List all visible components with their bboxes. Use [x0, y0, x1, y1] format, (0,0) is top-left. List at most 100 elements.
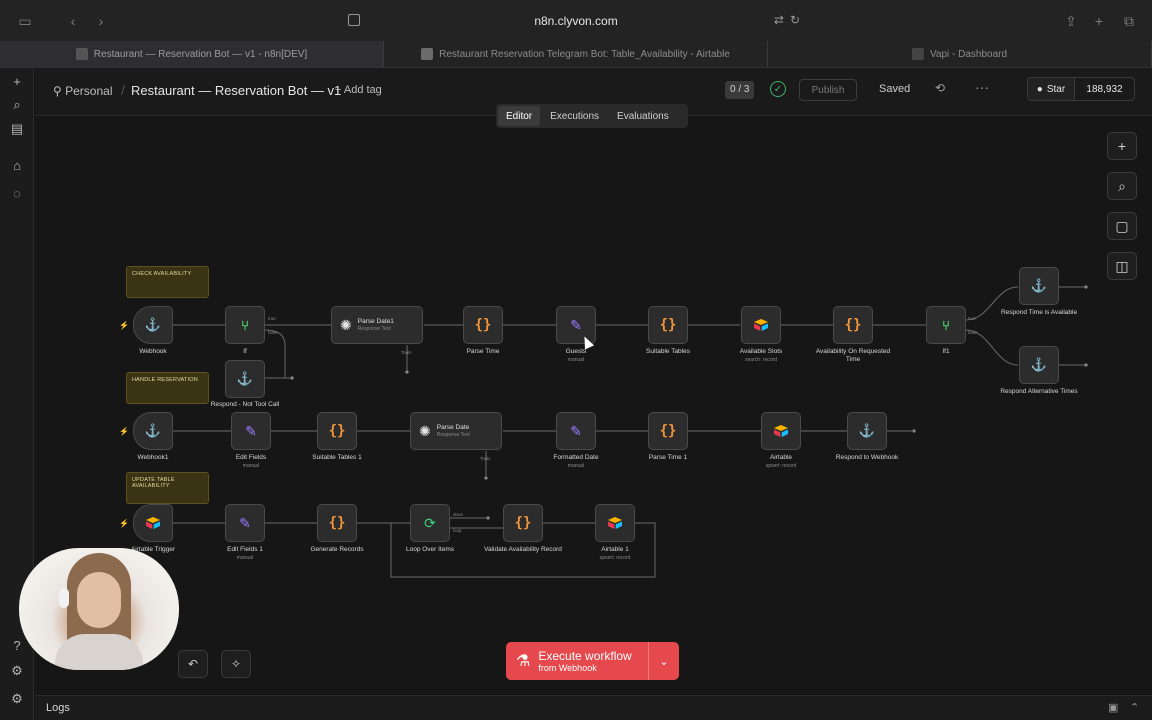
- execute-dropdown-button[interactable]: ⌄: [648, 642, 679, 680]
- node-label: Loop Over Items: [405, 546, 455, 553]
- node-availability-on-requested-time[interactable]: {}: [833, 306, 873, 344]
- sticky-check-availability[interactable]: CHECK AVAILABILITY: [126, 266, 209, 298]
- address-bar[interactable]: n8n.clyvon.com ⇄↻: [340, 9, 812, 33]
- panel-icon[interactable]: ▤: [8, 120, 26, 138]
- node-respond-not-tool-call[interactable]: ⚓: [225, 360, 265, 398]
- tab-executions[interactable]: Executions: [542, 106, 607, 126]
- node-label: Respond Time is Available: [1000, 309, 1078, 316]
- logs-panel-bar[interactable]: Logs ▣ ⌃: [35, 695, 1152, 720]
- code-braces-icon: {}: [514, 515, 532, 531]
- node-airtable1[interactable]: [595, 504, 635, 542]
- logs-label: Logs: [46, 702, 70, 714]
- pencil-icon: ✎: [245, 422, 257, 439]
- node-label: Availability On Requested Time: [815, 348, 891, 363]
- more-options-icon[interactable]: ···: [975, 79, 989, 95]
- home-icon[interactable]: ⌂: [8, 156, 26, 174]
- back-icon[interactable]: ‹: [62, 10, 84, 32]
- openai-icon: ✺: [419, 422, 431, 439]
- help-icon[interactable]: ?: [8, 636, 26, 654]
- logs-expand-icon[interactable]: ⌃: [1130, 701, 1139, 714]
- node-respond-to-webhook[interactable]: ⚓: [847, 412, 887, 450]
- code-braces-icon: {}: [328, 423, 346, 439]
- node-validate-availability-record[interactable]: {}: [503, 504, 543, 542]
- sticky-handle-reservation[interactable]: HANDLE RESERVATION: [126, 372, 209, 404]
- translate-reload-icons[interactable]: ⇄↻: [774, 13, 806, 27]
- forward-icon[interactable]: ›: [90, 10, 112, 32]
- tab-editor[interactable]: Editor: [498, 106, 541, 126]
- new-tab-icon[interactable]: +: [1088, 10, 1110, 32]
- saved-status: Saved: [879, 83, 911, 95]
- node-if[interactable]: ⑂: [225, 306, 265, 344]
- settings-icon[interactable]: ⚙: [8, 662, 26, 680]
- node-loop-over-items[interactable]: ⟳: [410, 504, 450, 542]
- node-webhook[interactable]: ⚓: [133, 306, 173, 344]
- chevron-down-icon: ⌄: [659, 655, 669, 668]
- vapi-favicon-icon: [911, 48, 924, 60]
- node-edit-fields1[interactable]: ✎: [225, 504, 265, 542]
- canvas-search-button[interactable]: ⌕: [1107, 172, 1137, 200]
- node-label: Webhook1: [137, 454, 169, 461]
- node-respond-alternative-times[interactable]: ⚓: [1019, 346, 1059, 384]
- workflow-canvas[interactable]: [35, 117, 1152, 695]
- chat-icon[interactable]: ◌: [8, 184, 26, 202]
- execute-subtitle: from Webhook: [538, 663, 597, 673]
- sidebar-toggle-icon[interactable]: ▭: [14, 10, 36, 32]
- node-parse-date[interactable]: ✺ Parse Date Response Text: [410, 412, 502, 450]
- node-airtable-trigger[interactable]: [133, 504, 173, 542]
- github-icon: ●: [1036, 83, 1043, 95]
- node-title: Parse Date1: [357, 318, 394, 325]
- tab-n8n[interactable]: Restaurant — Reservation Bot — v1 - n8n[…: [0, 41, 384, 67]
- search-icon[interactable]: ⌕: [8, 96, 26, 114]
- tab-vapi[interactable]: Vapi - Dashboard: [768, 41, 1152, 67]
- node-suitable-tables1[interactable]: {}: [317, 412, 357, 450]
- share-icon[interactable]: ⇪: [1060, 10, 1082, 32]
- execute-workflow-button[interactable]: ⚗ Execute workflow from Webhook ⌄: [506, 642, 679, 680]
- publish-button[interactable]: Publish: [799, 79, 857, 101]
- node-subtitle: Response Text: [357, 326, 391, 332]
- node-label: Suitable Tables 1: [312, 454, 362, 461]
- node-label: Parse Time: [466, 348, 500, 355]
- tab-evaluations[interactable]: Evaluations: [609, 106, 677, 126]
- github-star-button[interactable]: ● Star 188,932: [1027, 77, 1135, 101]
- node-parse-time1[interactable]: {}: [648, 412, 688, 450]
- node-generate-records[interactable]: {}: [317, 504, 357, 542]
- panel-toggle-button[interactable]: ◫: [1107, 252, 1137, 280]
- undo-button[interactable]: ↶: [178, 650, 208, 678]
- logs-layout-icon[interactable]: ▣: [1108, 701, 1118, 714]
- node-if1[interactable]: ⑂: [926, 306, 966, 344]
- node-edit-fields[interactable]: ✎: [231, 412, 271, 450]
- node-parse-date1[interactable]: ✺ Parse Date1 Response Text: [331, 306, 423, 344]
- add-node-button[interactable]: +: [1107, 132, 1137, 160]
- node-airtable[interactable]: [761, 412, 801, 450]
- tab-label: Restaurant Reservation Telegram Bot: Tab…: [439, 48, 730, 60]
- tab-airtable[interactable]: Restaurant Reservation Telegram Bot: Tab…: [384, 41, 768, 67]
- node-respond-time-available[interactable]: ⚓: [1019, 267, 1059, 305]
- sticky-note-button[interactable]: ▢: [1107, 212, 1137, 240]
- node-suitable-tables[interactable]: {}: [648, 306, 688, 344]
- sticky-update-availability[interactable]: UPDATE TABLE AVAILABILITY: [126, 472, 209, 504]
- node-subtitle: manual: [236, 555, 254, 561]
- gear-icon[interactable]: ⚙: [8, 690, 26, 708]
- tidy-up-button[interactable]: ✧: [221, 650, 251, 678]
- node-formatted-date[interactable]: ✎: [556, 412, 596, 450]
- code-braces-icon: {}: [844, 317, 862, 333]
- mode-tabs: Editor Executions Evaluations: [496, 104, 688, 128]
- workflow-title[interactable]: Restaurant — Reservation Bot — v1: [131, 83, 341, 98]
- person-shirt: [55, 634, 143, 670]
- node-label: If1: [942, 348, 950, 355]
- webhook-icon: ⚓: [1030, 278, 1048, 293]
- tab-overview-icon[interactable]: ⧉: [1118, 10, 1140, 32]
- project-breadcrumb[interactable]: ⚲ Personal: [53, 84, 113, 98]
- node-webhook1[interactable]: ⚓: [133, 412, 173, 450]
- node-label: Suitable Tables: [646, 348, 690, 355]
- add-icon[interactable]: +: [8, 72, 26, 90]
- add-tag-button[interactable]: + Add tag: [335, 84, 382, 96]
- history-icon[interactable]: ⟲: [935, 81, 945, 95]
- site-settings-icon[interactable]: [348, 14, 360, 26]
- tab-label: Restaurant — Reservation Bot — v1 - n8n[…: [93, 48, 308, 60]
- execute-main[interactable]: ⚗ Execute workflow from Webhook: [506, 642, 648, 680]
- node-label: Formatted Date: [553, 454, 599, 461]
- node-label: Webhook: [139, 348, 167, 355]
- node-parse-time[interactable]: {}: [463, 306, 503, 344]
- node-available-slots[interactable]: [741, 306, 781, 344]
